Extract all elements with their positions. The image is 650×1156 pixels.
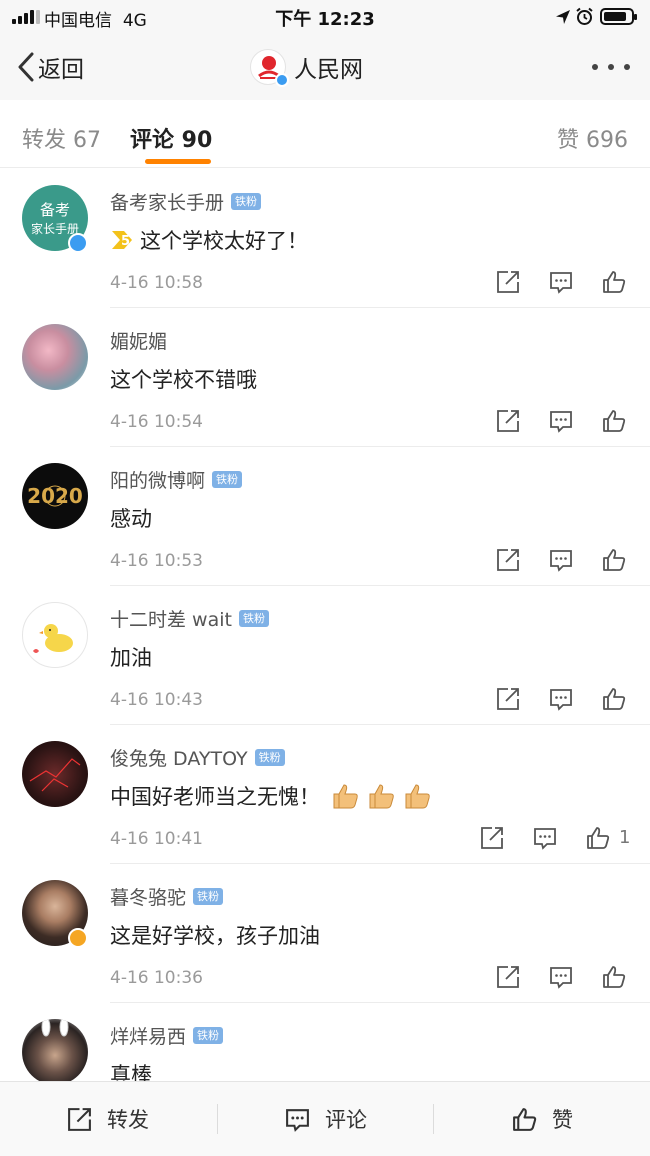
clock: 下午 12:23 <box>275 9 375 30</box>
more-dots-icon[interactable] <box>592 62 630 72</box>
thumbs-up-icon[interactable] <box>601 547 627 573</box>
avatar[interactable] <box>22 324 88 390</box>
like-label: 赞 <box>552 1108 573 1132</box>
location-icon <box>556 10 570 24</box>
thumbs-up-icon[interactable] <box>601 269 627 295</box>
comment-time: 4-16 10:43 <box>110 690 203 710</box>
divider <box>217 1104 218 1134</box>
battery-icon <box>600 8 637 25</box>
comment-username[interactable]: 暮冬骆驼 <box>110 883 186 910</box>
fan-badge: 铁粉 <box>193 1027 224 1044</box>
account-title: 人民网 <box>294 57 363 83</box>
comment-item: 媚妮媚 这个学校不错哦 4-16 10:54 <box>0 308 650 447</box>
fan-badge: 铁粉 <box>193 888 224 905</box>
back-label: 返回 <box>38 57 84 83</box>
tab-bar: 转发 67 评论 90 赞 696 <box>0 101 650 168</box>
thumbs-up-icon[interactable] <box>601 964 627 990</box>
fan-badge: 铁粉 <box>238 610 269 627</box>
back-button[interactable]: 返回 <box>18 52 84 83</box>
repost-button[interactable]: 转发 <box>66 1104 149 1134</box>
share-icon[interactable] <box>495 269 521 295</box>
rank-5-icon: 5 <box>112 231 132 249</box>
status-bar: 中国电信 4G 下午 12:23 <box>0 0 650 34</box>
thumbs-up-icon[interactable] <box>585 825 611 851</box>
comment-item: 十二时差 wait 铁粉 加油 4-16 10:43 <box>0 586 650 725</box>
comment-username[interactable]: 烊烊易西 <box>110 1022 186 1049</box>
tab-repost[interactable]: 转发 67 <box>22 122 101 154</box>
thumbs-up-icon <box>513 1107 537 1131</box>
people-daily-logo-icon <box>250 49 289 87</box>
avatar[interactable]: 2020 <box>22 463 88 529</box>
comment-text: 真棒 <box>110 1063 152 1081</box>
alarm-icon <box>576 7 593 25</box>
comment-text: 这个学校太好了！ <box>140 229 308 253</box>
share-icon[interactable] <box>495 408 521 434</box>
repost-label: 转发 <box>107 1108 149 1132</box>
comment-list[interactable]: 备考 家长手册 备考家长手册 铁粉 5 这个学校太好了！ 4-16 10:58 … <box>0 169 650 1081</box>
svg-text:5: 5 <box>121 234 130 249</box>
comment-time: 4-16 10:53 <box>110 551 203 571</box>
comment-label: 评论 <box>325 1108 367 1132</box>
thumbs-up-emoji-icon <box>333 784 358 809</box>
reply-icon[interactable] <box>548 269 574 295</box>
like-count: 1 <box>619 827 631 848</box>
tab-likes[interactable]: 赞 696 <box>557 122 628 154</box>
account-header[interactable]: 人民网 <box>250 47 363 87</box>
comment-time: 4-16 10:36 <box>110 968 203 988</box>
nav-bar: 返回 人民网 <box>0 34 650 100</box>
thumbs-up-emoji-icon <box>369 784 394 809</box>
share-icon[interactable] <box>479 825 505 851</box>
comment-username[interactable]: 备考家长手册 <box>110 188 224 215</box>
bottom-action-bar: 转发 评论 赞 <box>0 1081 650 1156</box>
svg-text:2020: 2020 <box>27 484 83 508</box>
fan-badge: 铁粉 <box>231 193 262 210</box>
comment-text: 感动 <box>110 507 152 531</box>
share-icon[interactable] <box>495 547 521 573</box>
avatar[interactable] <box>22 741 88 807</box>
comment-time: 4-16 10:54 <box>110 412 203 432</box>
comment-username[interactable]: 俊兔兔 DAYTOY <box>110 744 248 771</box>
comment-item: 备考 家长手册 备考家长手册 铁粉 5 这个学校太好了！ 4-16 10:58 <box>0 169 650 308</box>
share-icon[interactable] <box>495 964 521 990</box>
comment-text: 加油 <box>110 646 152 670</box>
fan-badge: 铁粉 <box>212 471 243 488</box>
comment-item: 2020 阳的微博啊 铁粉 感动 4-16 10:53 <box>0 447 650 586</box>
avatar[interactable] <box>22 1019 88 1081</box>
like-button[interactable]: 赞 <box>511 1104 573 1134</box>
comment-item: 烊烊易西 铁粉 真棒 <box>0 1003 650 1081</box>
comment-username[interactable]: 十二时差 wait <box>110 605 232 632</box>
tab-comments[interactable]: 评论 90 <box>130 122 212 154</box>
comment-item: 暮冬骆驼 铁粉 这是好学校，孩子加油 4-16 10:36 <box>0 864 650 1003</box>
active-tab-indicator <box>145 159 211 164</box>
share-icon[interactable] <box>495 686 521 712</box>
chevron-left-icon <box>18 52 34 82</box>
avatar[interactable] <box>22 602 88 668</box>
reply-icon[interactable] <box>548 686 574 712</box>
comment-text: 中国好老师当之无愧！ <box>110 785 320 809</box>
comment-username[interactable]: 媚妮媚 <box>110 327 167 354</box>
thumbs-up-icon[interactable] <box>601 686 627 712</box>
reply-icon[interactable] <box>548 408 574 434</box>
verified-badge-icon <box>68 233 88 253</box>
comment-username[interactable]: 阳的微博啊 <box>110 466 205 493</box>
fan-badge: 铁粉 <box>254 749 285 766</box>
reply-icon[interactable] <box>548 547 574 573</box>
comment-text: 这个学校不错哦 <box>110 368 257 392</box>
divider <box>433 1104 434 1134</box>
comment-time: 4-16 10:41 <box>110 829 203 849</box>
comment-item: 俊兔兔 DAYTOY 铁粉 中国好老师当之无愧！ 4-16 10:41 1 <box>0 725 650 864</box>
comment-icon <box>286 1108 309 1132</box>
comment-text: 这是好学校，孩子加油 <box>110 924 320 948</box>
verified-badge-icon <box>275 73 289 87</box>
thumbs-up-icon[interactable] <box>601 408 627 434</box>
thumbs-up-emoji-icon <box>405 784 430 809</box>
comment-button[interactable]: 评论 <box>284 1104 367 1134</box>
reply-icon[interactable] <box>532 825 558 851</box>
share-icon <box>68 1107 91 1131</box>
comment-time: 4-16 10:58 <box>110 273 203 293</box>
svg-text:备考: 备考 <box>40 201 70 219</box>
reply-icon[interactable] <box>548 964 574 990</box>
verified-badge-icon <box>68 928 88 948</box>
